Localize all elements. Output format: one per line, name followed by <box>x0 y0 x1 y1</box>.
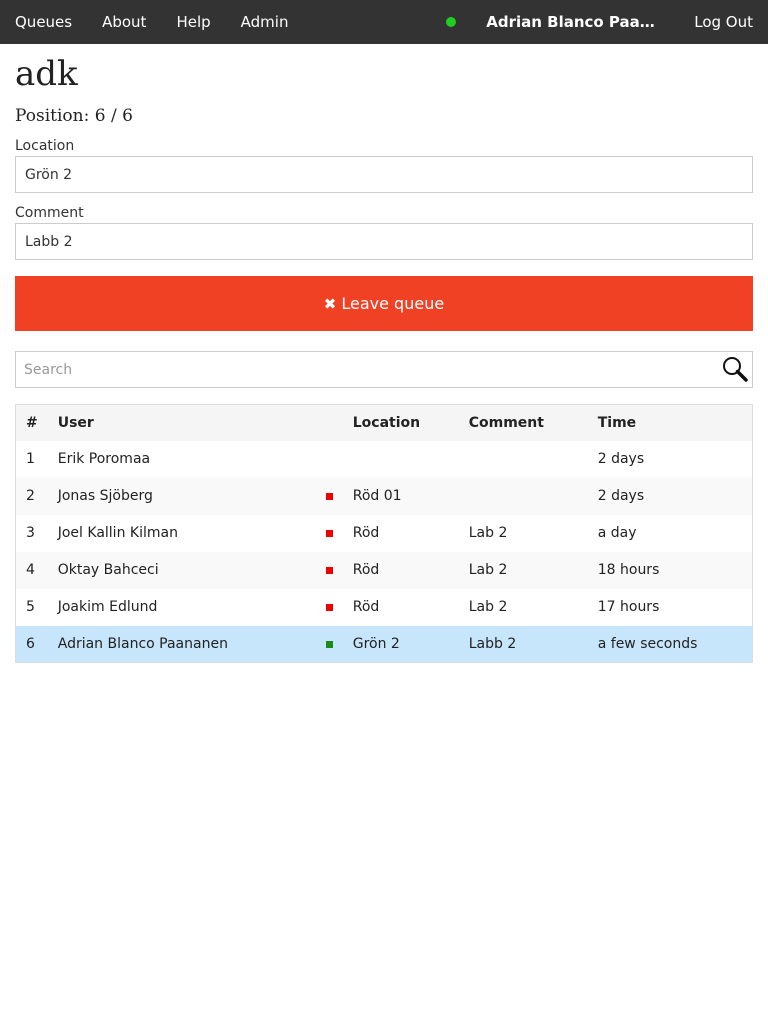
row-user: Joakim Edlund <box>57 599 158 615</box>
table-row[interactable]: 5 Joakim Edlund Röd Lab 2 17 hours <box>16 589 753 626</box>
location-color-icon <box>325 640 333 648</box>
row-comment <box>458 477 588 515</box>
search-bar <box>15 351 753 388</box>
row-location-marker <box>308 589 343 626</box>
header-comment[interactable]: Comment <box>458 404 588 441</box>
row-user: Erik Poromaa <box>57 451 151 467</box>
row-comment: Lab 2 <box>468 525 508 541</box>
row-location-marker <box>307 477 343 515</box>
row-location-marker <box>308 441 343 478</box>
row-number: 3 <box>26 525 35 541</box>
comment-field[interactable] <box>15 223 753 260</box>
search-icon[interactable] <box>721 355 749 383</box>
row-user: Jonas Sjöberg <box>47 477 308 515</box>
location-label: Location <box>15 138 75 154</box>
header-user[interactable]: User <box>47 404 308 441</box>
row-comment <box>459 441 588 478</box>
location-color-icon <box>325 530 333 537</box>
row-location-marker <box>308 515 343 552</box>
current-user-name[interactable]: Adrian Blanco Paananen <box>486 13 656 31</box>
row-location: Röd 01 <box>342 477 459 515</box>
row-location <box>343 441 459 478</box>
nav-link-queues[interactable]: Queues <box>15 13 72 31</box>
header-time[interactable]: Time <box>587 404 753 441</box>
table-header-row: # User Location Comment Time <box>15 404 753 441</box>
row-comment: Lab 2 <box>458 551 588 589</box>
header-marker <box>307 404 343 441</box>
row-time: 2 days <box>587 477 753 515</box>
row-location: Grön 2 <box>342 625 459 663</box>
table-row[interactable]: 3 Joel Kallin Kilman Röd Lab 2 a day <box>16 515 753 552</box>
nav-user-area: Adrian Blanco Paananen Log Out <box>446 13 753 31</box>
table-row[interactable]: 1 Erik Poromaa 2 days <box>16 441 753 478</box>
table-row[interactable]: 2 Jonas Sjöberg Röd 01 2 days <box>15 477 753 515</box>
queue-title: adk <box>15 54 78 94</box>
row-time: a few seconds <box>587 625 753 663</box>
row-location-marker <box>307 625 343 663</box>
row-location: Röd <box>342 551 459 589</box>
row-location: Röd <box>352 525 380 541</box>
table-row[interactable]: 6 Adrian Blanco Paananen Grön 2 Labb 2a few… <box>15 625 753 663</box>
row-location: Röd <box>352 599 380 615</box>
queue-table-body: 1 Erik Poromaa 2 days 2 Jonas Sjöberg Röd 01 2… <box>15 441 753 663</box>
location-color-icon <box>326 456 333 463</box>
row-comment: Lab 2 <box>468 599 508 615</box>
row-user: Adrian Blanco Paananen <box>47 625 308 663</box>
queue-position: Position: 6 / 6 <box>15 106 133 126</box>
row-user: Oktay Bahceci <box>47 551 308 589</box>
logout-link[interactable]: Log Out <box>694 13 753 31</box>
nav-link-about[interactable]: About <box>102 13 146 31</box>
header-location[interactable]: Location <box>342 404 459 441</box>
row-time: 17 hours <box>597 599 660 615</box>
row-number: 5 <box>26 599 35 615</box>
header-number[interactable]: # <box>15 404 48 441</box>
row-time: 2 days <box>597 451 645 467</box>
comment-label: Comment <box>15 205 84 221</box>
row-comment: Labb 2 <box>458 625 588 663</box>
row-time: a day <box>597 525 637 541</box>
leave-queue-button[interactable]: ✖ Leave queue <box>15 276 753 331</box>
row-time: 18 hours <box>587 551 753 589</box>
online-status-icon <box>446 17 457 27</box>
top-navbar: Queues About Help Admin Adrian Blanco Pa… <box>0 0 768 44</box>
leave-queue-label: Leave queue <box>341 294 445 313</box>
row-number: 6 <box>15 625 48 663</box>
queue-table: # User Location Comment Time 1 Erik Porom… <box>15 404 753 663</box>
search-input[interactable] <box>15 351 753 388</box>
nav-links: Queues About Help Admin <box>15 13 318 31</box>
row-number: 2 <box>15 477 48 515</box>
location-field[interactable] <box>15 156 753 193</box>
location-color-icon <box>325 567 333 574</box>
table-row[interactable]: 4 Oktay Bahceci Röd Lab 2 18 hours <box>15 551 753 589</box>
row-number: 4 <box>15 551 48 589</box>
location-color-icon <box>325 493 333 500</box>
row-location-marker <box>307 551 343 589</box>
main-content: adk Position: 6 / 6 Location Comment ✖ L… <box>0 52 768 663</box>
row-number: 1 <box>26 451 35 467</box>
close-icon: ✖ <box>323 294 337 313</box>
nav-link-help[interactable]: Help <box>176 13 210 31</box>
row-user: Joel Kallin Kilman <box>57 525 178 541</box>
location-color-icon <box>325 604 333 611</box>
nav-link-admin[interactable]: Admin <box>241 13 289 31</box>
